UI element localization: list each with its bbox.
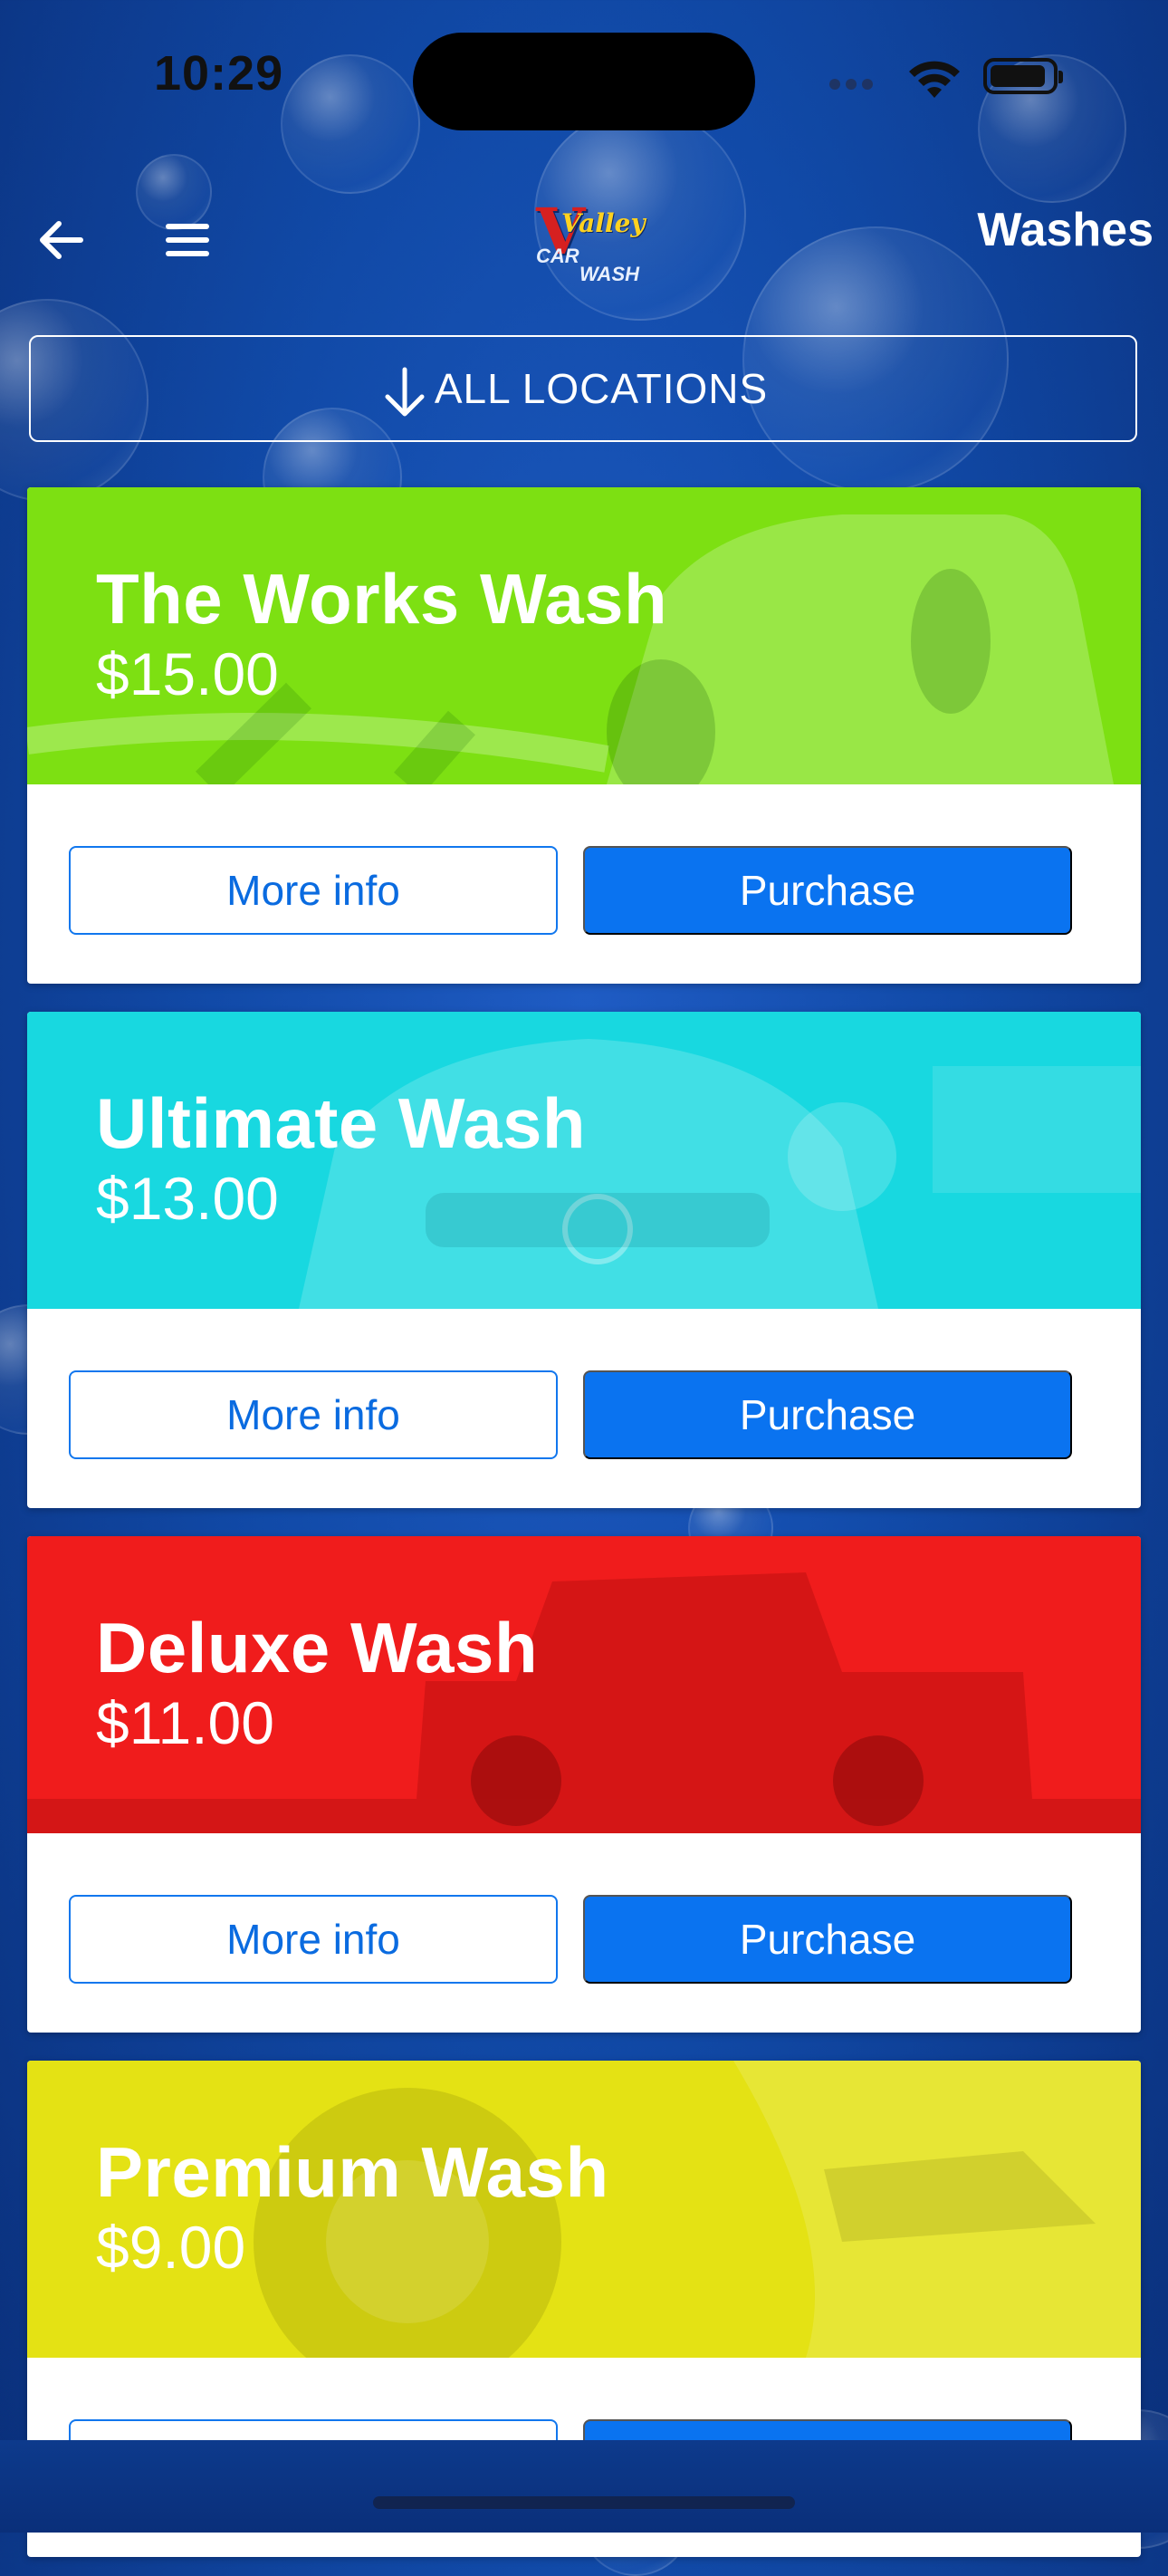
wash-name: Ultimate Wash xyxy=(96,1083,587,1163)
location-label: ALL LOCATIONS xyxy=(434,365,769,412)
wash-banner: The Works Wash $15.00 xyxy=(27,487,1141,784)
more-info-button[interactable]: More info xyxy=(69,1370,558,1459)
wash-price: $15.00 xyxy=(96,640,279,707)
battery-icon xyxy=(983,58,1063,94)
home-indicator[interactable] xyxy=(373,2496,795,2509)
wash-price: $11.00 xyxy=(96,1689,274,1756)
wash-card: The Works Wash $15.00 More info Purchase xyxy=(27,487,1141,984)
cellular-signal-icon xyxy=(829,78,893,96)
purchase-button[interactable]: Purchase xyxy=(583,1895,1072,1984)
wash-price: $13.00 xyxy=(96,1165,279,1232)
status-bar: 10:29 xyxy=(0,0,1168,154)
menu-button[interactable] xyxy=(156,208,219,272)
valley-car-wash-logo: V Valley CAR WASH xyxy=(536,194,646,285)
wash-banner: Deluxe Wash $11.00 xyxy=(27,1536,1141,1833)
dynamic-island xyxy=(413,33,755,130)
page-title: Washes xyxy=(977,204,1154,256)
wash-banner: Premium Wash $9.00 xyxy=(27,2061,1141,2358)
arrow-left-icon xyxy=(40,221,83,259)
purchase-button[interactable]: Purchase xyxy=(583,1370,1072,1459)
location-selector[interactable]: ALL LOCATIONS xyxy=(29,335,1137,442)
more-info-button[interactable]: More info xyxy=(69,1895,558,1984)
wash-card: Deluxe Wash $11.00 More info Purchase xyxy=(27,1536,1141,2033)
status-time: 10:29 xyxy=(154,46,284,101)
back-button[interactable] xyxy=(29,208,92,272)
arrow-down-icon xyxy=(385,367,425,417)
wifi-icon xyxy=(909,61,960,98)
wash-name: Premium Wash xyxy=(96,2132,609,2212)
hamburger-menu-icon xyxy=(166,224,209,256)
more-info-button[interactable]: More info xyxy=(69,846,558,935)
wash-card: Ultimate Wash $13.00 More info Purchase xyxy=(27,1012,1141,1508)
wash-name: Deluxe Wash xyxy=(96,1608,539,1687)
wash-name: The Works Wash xyxy=(96,559,668,639)
wash-price: $9.00 xyxy=(96,2214,246,2281)
wash-banner: Ultimate Wash $13.00 xyxy=(27,1012,1141,1309)
nav-bar: V Valley CAR WASH Washes xyxy=(0,181,1168,290)
purchase-button[interactable]: Purchase xyxy=(583,846,1072,935)
bottom-area xyxy=(0,2440,1168,2533)
